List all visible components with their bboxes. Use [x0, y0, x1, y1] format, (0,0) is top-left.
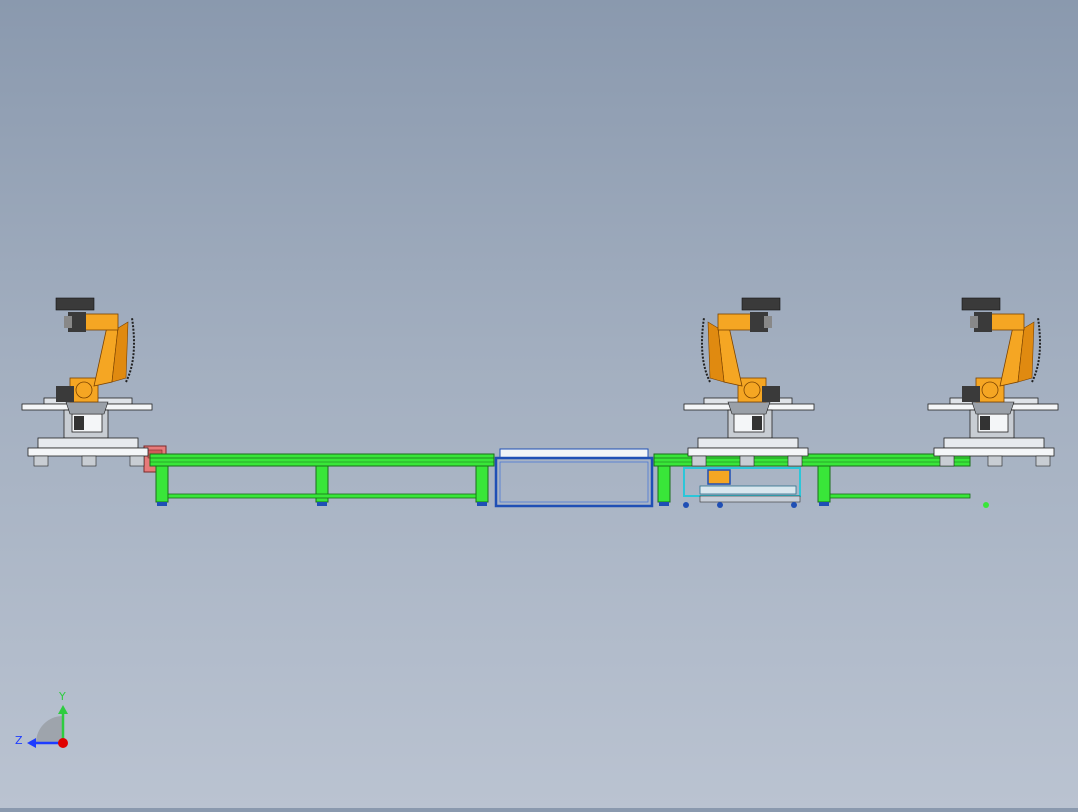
- conveyor-right-foot-2: [819, 502, 829, 506]
- conveyor-left-foot-1: [157, 502, 167, 506]
- triad-plane: [36, 716, 63, 743]
- conveyor-right-leg-1: [657, 465, 671, 503]
- transfer-frame-top-plate: [499, 448, 649, 459]
- transfer-frame-inner: [499, 461, 649, 503]
- lift-base: [699, 495, 801, 503]
- robot-middle[interactable]: [683, 297, 815, 467]
- lift-foot-2: [717, 502, 723, 508]
- conveyor-right-brace: [829, 493, 971, 499]
- conveyor-right-leg-2: [817, 465, 831, 503]
- lift-foot-4: [983, 502, 989, 508]
- lift-foot-3: [791, 502, 797, 508]
- triad-origin: [58, 738, 68, 748]
- conveyor-left-foot-3: [477, 502, 487, 506]
- conveyor-left-leg-1: [155, 465, 169, 503]
- transfer-frame-body: [494, 456, 654, 508]
- triad-z-arrow: [27, 738, 36, 748]
- triad-z-label: Z: [15, 734, 23, 747]
- conveyor-right-foot-1: [659, 502, 669, 506]
- conveyor-left-leg-3: [475, 465, 489, 503]
- robot-right[interactable]: [927, 297, 1059, 467]
- conveyor-left[interactable]: [143, 445, 495, 506]
- lift-frame-plate: [699, 485, 797, 495]
- robot-left[interactable]: [21, 297, 153, 467]
- conveyor-left-top-rail: [149, 453, 495, 467]
- lift-foot-1: [683, 502, 689, 508]
- transfer-frame[interactable]: [494, 448, 654, 508]
- lift-motor: [707, 469, 731, 485]
- conveyor-left-brace: [167, 493, 477, 499]
- triad-y-arrow: [58, 705, 68, 714]
- cad-drawing[interactable]: Y Z: [0, 0, 1078, 808]
- triad-y-label: Y: [58, 690, 66, 703]
- orientation-triad: Y Z: [15, 690, 68, 748]
- conveyor-left-foot-2: [317, 502, 327, 506]
- cad-viewport[interactable]: Y Z: [0, 0, 1078, 808]
